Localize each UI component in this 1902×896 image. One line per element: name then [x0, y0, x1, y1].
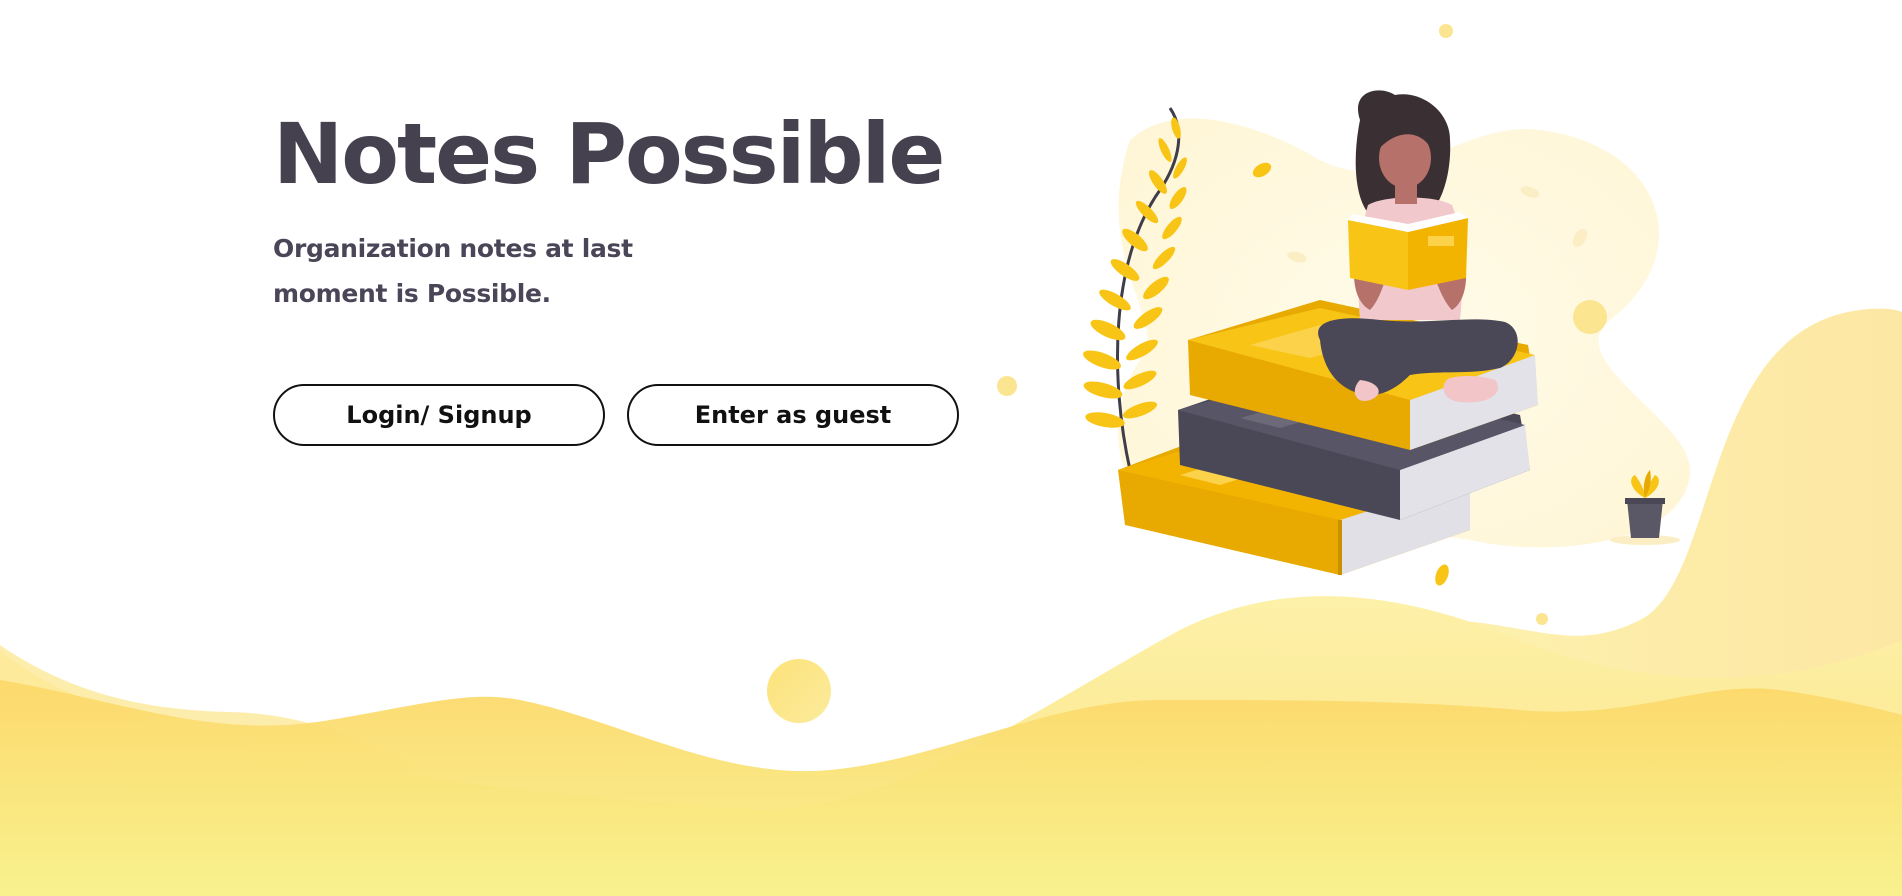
decor-circle-large: [767, 659, 831, 723]
leaf-icon: [1252, 162, 1272, 178]
leaf-icon: [1520, 186, 1540, 198]
reading-woman: [1318, 90, 1518, 403]
plant-pot-icon: [1610, 470, 1680, 545]
enter-as-guest-button[interactable]: Enter as guest: [627, 384, 959, 446]
wave-front: [0, 680, 1902, 896]
hero-section: Notes Possible Organization notes at las…: [273, 104, 993, 446]
login-signup-button[interactable]: Login/ Signup: [273, 384, 605, 446]
page-title: Notes Possible: [273, 105, 945, 203]
leaf-icon: [1287, 251, 1307, 263]
leaf-icon: [1572, 228, 1588, 248]
action-buttons: Login/ Signup Enter as guest: [273, 384, 959, 446]
page-subtitle: Organization notes at last moment is Pos…: [273, 234, 633, 308]
decor-circle-small: [997, 376, 1017, 396]
reading-woman-illustration: [1083, 90, 1680, 586]
branch-icon: [1083, 107, 1187, 471]
leaf-icon: [1435, 564, 1449, 586]
decor-circle-bottom: [1536, 613, 1548, 625]
